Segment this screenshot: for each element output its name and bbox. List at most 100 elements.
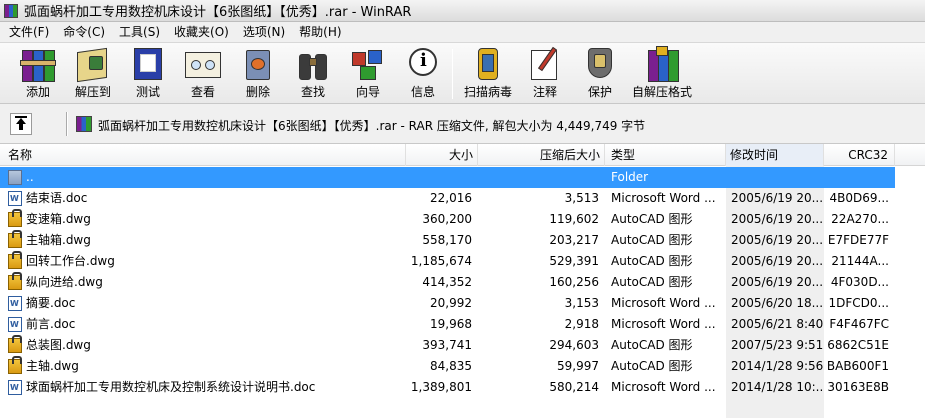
sfx-label: 自解压格式 [632, 85, 693, 99]
protect-label: 保护 [587, 85, 612, 99]
file-row[interactable]: 总装图.dwg 393,741 294,603 AutoCAD 图形 2007/5/23… [0, 335, 895, 356]
menu-file[interactable]: 文件(F) [2, 22, 56, 42]
address-bar: 弧面蜗杆加工专用数控机床设计【6张图纸】【优秀】.rar - RAR 压缩文件,… [0, 104, 925, 144]
file-packed-size [478, 167, 599, 188]
comment-label: 注释 [532, 85, 557, 99]
word-doc-icon [8, 380, 22, 395]
column-header-name[interactable]: 名称 [0, 144, 406, 166]
file-type: Microsoft Word ... [611, 380, 716, 394]
delete-button[interactable]: 删除 [228, 46, 288, 102]
parent-folder-row[interactable]: .. Folder [0, 167, 895, 188]
folder-up-icon [8, 170, 22, 185]
view-button[interactable]: 查看 [173, 46, 233, 102]
file-crc32: BAB600F1 [826, 359, 889, 373]
delete-label: 删除 [245, 85, 270, 99]
test-check-icon [128, 46, 168, 82]
file-crc32: 6862C51E [827, 338, 889, 352]
file-size: 414,352 [422, 275, 472, 289]
file-packed-size: 529,391 [549, 254, 599, 268]
file-name: 球面蜗杆加工专用数控机床及控制系统设计说明书.doc [26, 380, 316, 394]
column-header-size[interactable]: 大小 [406, 144, 478, 166]
file-name: 主轴箱.dwg [26, 233, 91, 247]
file-size: 558,170 [422, 233, 472, 247]
scan-virus-icon [468, 46, 508, 82]
file-type: Microsoft Word ... [611, 317, 716, 331]
file-type: Microsoft Word ... [611, 296, 716, 310]
file-modified: 2014/1/28 9:56 [731, 359, 824, 373]
file-size: 1,185,674 [410, 254, 472, 268]
file-packed-size: 59,997 [557, 359, 599, 373]
file-row[interactable]: 主轴.dwg 84,835 59,997 AutoCAD 图形 2014/1/28 9:… [0, 356, 895, 377]
add-books-icon [18, 46, 58, 82]
column-header-crc32[interactable]: CRC32 [824, 144, 895, 166]
view-glasses-icon [183, 46, 223, 82]
column-header-packed[interactable]: 压缩后大小 [478, 144, 605, 166]
find-label: 查找 [300, 85, 325, 99]
file-modified [731, 167, 824, 188]
file-row[interactable]: 结束语.doc 22,016 3,513 Microsoft Word ... 2005… [0, 188, 895, 209]
extract-to-label: 解压到 [74, 85, 111, 99]
archive-icon [76, 116, 92, 132]
autocad-file-icon [8, 230, 22, 248]
extract-to-button[interactable]: 解压到 [63, 46, 123, 102]
scan-virus-button[interactable]: 扫描病毒 [458, 46, 518, 102]
file-size [406, 167, 472, 188]
word-doc-icon [8, 317, 22, 332]
file-row[interactable]: 主轴箱.dwg 558,170 203,217 AutoCAD 图形 2005/6/19… [0, 230, 895, 251]
sfx-button[interactable]: 自解压格式 [632, 46, 692, 102]
file-type: AutoCAD 图形 [611, 212, 693, 226]
protect-button[interactable]: 保护 [570, 46, 630, 102]
add-button[interactable]: 添加 [8, 46, 68, 102]
find-button[interactable]: 查找 [283, 46, 343, 102]
file-crc32: 30163E8B [827, 380, 889, 394]
file-name: 总装图.dwg [26, 338, 91, 352]
file-name: 主轴.dwg [26, 359, 79, 373]
autocad-file-icon [8, 356, 22, 374]
up-folder-button[interactable] [10, 113, 32, 135]
file-size: 20,992 [430, 296, 472, 310]
file-size: 84,835 [430, 359, 472, 373]
wizard-label: 向导 [355, 85, 380, 99]
file-packed-size: 2,918 [564, 317, 599, 331]
file-packed-size: 294,603 [549, 338, 599, 352]
file-crc32: F4F467FC [829, 317, 889, 331]
test-button[interactable]: 测试 [118, 46, 178, 102]
file-size: 393,741 [422, 338, 472, 352]
comment-pen-icon [525, 46, 565, 82]
extract-folder-icon [73, 46, 113, 83]
menu-help[interactable]: 帮助(H) [292, 22, 348, 42]
file-crc32: 21144A... [831, 254, 889, 268]
toolbar: 添加 解压到 测试 查看 删除 查找 向导 i 信息 扫描病毒 注释 保护 自解… [0, 42, 925, 104]
info-button[interactable]: i 信息 [393, 46, 453, 102]
file-row[interactable]: 纵向进给.dwg 414,352 160,256 AutoCAD 图形 2005/6/1… [0, 272, 895, 293]
column-header-type[interactable]: 类型 [605, 144, 726, 166]
comment-button[interactable]: 注释 [515, 46, 575, 102]
file-modified: 2005/6/19 20... [731, 233, 824, 247]
file-name: 回转工作台.dwg [26, 254, 115, 268]
menu-favorites[interactable]: 收藏夹(O) [167, 22, 236, 42]
file-type: AutoCAD 图形 [611, 338, 693, 352]
file-packed-size: 3,513 [564, 191, 599, 205]
file-row[interactable]: 回转工作台.dwg 1,185,674 529,391 AutoCAD 图形 2005/… [0, 251, 895, 272]
file-type: AutoCAD 图形 [611, 254, 693, 268]
file-modified: 2014/1/28 10:... [731, 380, 824, 394]
file-crc32: E7FDE77F [827, 233, 889, 247]
menu-commands[interactable]: 命令(C) [56, 22, 112, 42]
file-modified: 2005/6/19 20... [731, 275, 824, 289]
file-type: Folder [611, 170, 649, 184]
wizard-button[interactable]: 向导 [338, 46, 398, 102]
file-crc32 [824, 167, 889, 188]
column-header-modified[interactable]: 修改时间 [726, 144, 824, 166]
menu-tools[interactable]: 工具(S) [112, 22, 167, 42]
file-packed-size: 3,153 [564, 296, 599, 310]
autocad-file-icon [8, 251, 22, 269]
file-size: 22,016 [430, 191, 472, 205]
file-type: AutoCAD 图形 [611, 359, 693, 373]
file-row[interactable]: 球面蜗杆加工专用数控机床及控制系统设计说明书.doc 1,389,801 580,2… [0, 377, 895, 398]
menu-options[interactable]: 选项(N) [236, 22, 292, 42]
file-name: 纵向进给.dwg [26, 275, 103, 289]
file-row[interactable]: 变速箱.dwg 360,200 119,602 AutoCAD 图形 2005/6/19… [0, 209, 895, 230]
file-modified: 2007/5/23 9:51 [731, 338, 824, 352]
file-row[interactable]: 前言.doc 19,968 2,918 Microsoft Word ... 2005/… [0, 314, 895, 335]
file-row[interactable]: 摘要.doc 20,992 3,153 Microsoft Word ... 2005/… [0, 293, 895, 314]
